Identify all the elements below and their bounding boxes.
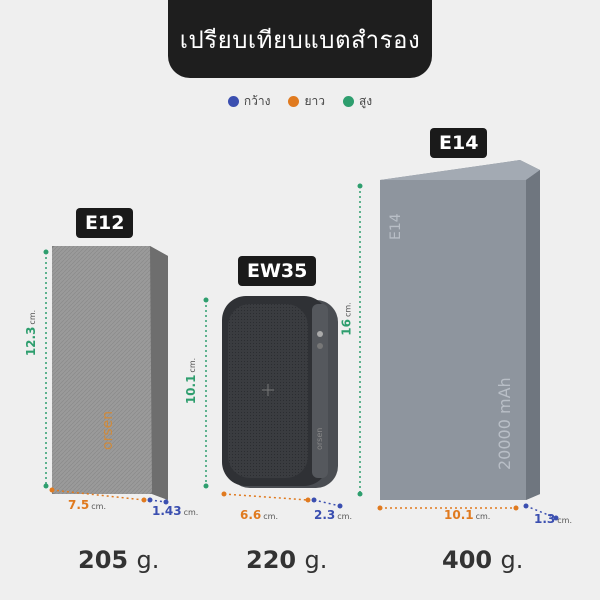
ew35-power-bank-icon: orsen [222, 296, 338, 488]
e14-model-label: E14 [430, 128, 488, 158]
weight-unit: g. [500, 546, 524, 574]
e12-width-value: 7.5 [68, 498, 90, 512]
e14-height-value: 16 [339, 319, 354, 336]
e14-depth-value: 1.3 [534, 512, 556, 526]
ew35-width-dimension: 6.6 cm. [240, 508, 278, 522]
unit-label: cm. [28, 309, 38, 325]
weight-unit: g. [304, 546, 328, 574]
e12-height-dimension: 12.3cm. [24, 310, 38, 356]
e12-brand-text: orsen [100, 411, 116, 450]
unit-label: cm. [263, 512, 278, 521]
ew35-depth-dimension: 2.3 cm. [314, 508, 352, 522]
ew35-height-value: 10.1 [184, 374, 199, 405]
e14-width-value: 10.1 [444, 508, 474, 522]
e12-power-bank-icon: orsen [52, 246, 168, 500]
e14-capacity-print: 20000 mAh [495, 377, 514, 470]
ew35-model-label: EW35 [238, 256, 317, 286]
ew35-name: EW35 [247, 260, 308, 282]
unit-label: cm. [343, 302, 353, 318]
ew35-width-value: 6.6 [240, 508, 262, 522]
e12-weight: 205 g. [78, 546, 159, 574]
e14-power-bank-icon: E14 20000 mAh [380, 160, 540, 500]
ew35-height-dimension: 10.1cm. [184, 358, 198, 404]
e14-depth-dimension: 1.3 cm. [534, 512, 572, 526]
weight-unit: g. [136, 546, 160, 574]
e12-model-label: E12 [76, 208, 134, 238]
unit-label: cm. [183, 508, 199, 517]
unit-label: cm. [188, 357, 198, 373]
unit-label: cm. [91, 502, 106, 511]
e12-width-dimension: 7.5 cm. [68, 498, 106, 512]
e12-weight-value: 205 [78, 546, 129, 574]
e14-model-print: E14 [388, 213, 404, 240]
e14-weight-value: 400 [442, 546, 493, 574]
ew35-depth-value: 2.3 [314, 508, 336, 522]
e12-depth-dimension: 1.43 cm. [152, 504, 198, 518]
e14-width-dimension: 10.1 cm. [444, 508, 490, 522]
e12-name: E12 [85, 212, 125, 234]
comparison-graphic: เปรียบเทียบแบตสำรอง กว้าง ยาว สูง orsen … [0, 0, 600, 600]
e14-name: E14 [439, 132, 479, 154]
ew35-brand-text: orsen [315, 428, 324, 450]
unit-label: cm. [557, 516, 572, 525]
unit-label: cm. [337, 512, 352, 521]
e14-height-dimension: 16cm. [340, 302, 354, 335]
e14-weight: 400 g. [442, 546, 523, 574]
ew35-weight-value: 220 [246, 546, 297, 574]
e12-height-value: 12.3 [24, 326, 39, 357]
e12-depth-value: 1.43 [152, 504, 182, 518]
unit-label: cm. [475, 512, 491, 521]
ew35-weight: 220 g. [246, 546, 327, 574]
